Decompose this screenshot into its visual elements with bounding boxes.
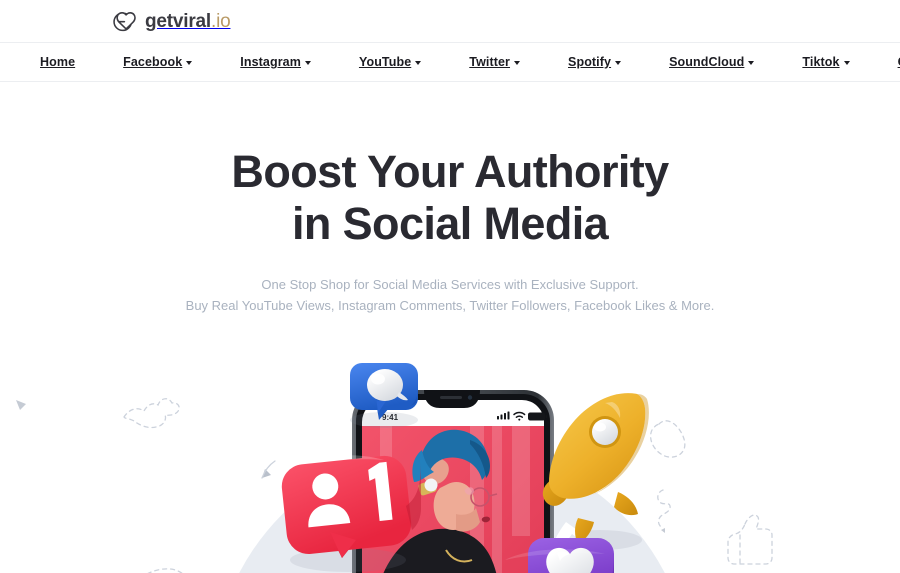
hero-section: Boost Your Authority in Social Media One… xyxy=(0,82,900,573)
logo-wordmark: getviral.io xyxy=(145,10,231,32)
nav-label: YouTube xyxy=(358,55,412,69)
hero-illustration: 9:41 xyxy=(0,354,900,573)
chevron-down-icon xyxy=(304,61,311,65)
dashed-squiggle-arrow xyxy=(657,489,671,533)
battery-icon xyxy=(528,412,548,421)
hero-subtitle: One Stop Shop for Social Media Services … xyxy=(0,275,900,315)
main-navigation: Home Facebook Instagram YouTube Twitter … xyxy=(0,42,900,82)
chevron-down-icon xyxy=(186,61,193,65)
nav-item-instagram[interactable]: Instagram xyxy=(240,55,311,69)
dashed-twitter-bird-outline xyxy=(123,398,180,429)
site-logo[interactable]: getviral.io xyxy=(112,9,231,33)
hero-subtitle-line-1: One Stop Shop for Social Media Services … xyxy=(261,277,639,293)
hero-title-line-1: Boost Your Authority xyxy=(231,146,669,197)
page-title: Boost Your Authority in Social Media xyxy=(0,146,900,250)
dashed-play-triangle-outline xyxy=(649,420,686,458)
phone-speaker xyxy=(440,396,462,399)
dashed-small-arrow-left xyxy=(16,400,26,410)
nav-label: Instagram xyxy=(240,55,301,69)
nav-item-home[interactable]: Home xyxy=(40,55,75,69)
site-header: getviral.io xyxy=(0,0,900,42)
nav-item-tiktok[interactable]: Tiktok xyxy=(802,55,850,69)
nav-label: Facebook xyxy=(123,55,183,69)
nav-label: Tiktok xyxy=(802,55,840,69)
nav-label: Twitter xyxy=(469,55,511,69)
nav-item-soundcloud[interactable]: SoundCloud xyxy=(669,55,755,69)
nav-label: Spotify xyxy=(568,55,612,69)
chevron-down-icon xyxy=(748,61,755,65)
logo-brand-name: getviral xyxy=(145,10,211,32)
dashed-arrow-loop-path xyxy=(147,460,276,573)
chevron-down-icon xyxy=(415,61,422,65)
nav-label: Home xyxy=(40,55,76,69)
nav-item-twitter[interactable]: Twitter xyxy=(469,55,521,69)
nav-item-spotify[interactable]: Spotify xyxy=(568,55,622,69)
wifi-dot-icon xyxy=(518,418,521,421)
blue-chat-bubble-icon xyxy=(350,363,418,428)
nav-item-youtube[interactable]: YouTube xyxy=(358,55,422,69)
chevron-down-icon xyxy=(514,61,521,65)
hero-title-line-2: in Social Media xyxy=(291,198,609,250)
heart-circle-icon xyxy=(112,9,140,33)
nav-item-facebook[interactable]: Facebook xyxy=(123,55,193,69)
chevron-down-icon xyxy=(843,61,850,65)
hero-subtitle-line-2: Buy Real YouTube Views, Instagram Commen… xyxy=(185,297,715,313)
nav-label: SoundCloud xyxy=(669,55,745,69)
phone-camera xyxy=(467,395,473,400)
logo-tld: .io xyxy=(211,10,231,32)
dashed-thumbs-up-outline xyxy=(727,514,773,565)
chevron-down-icon xyxy=(615,61,622,65)
